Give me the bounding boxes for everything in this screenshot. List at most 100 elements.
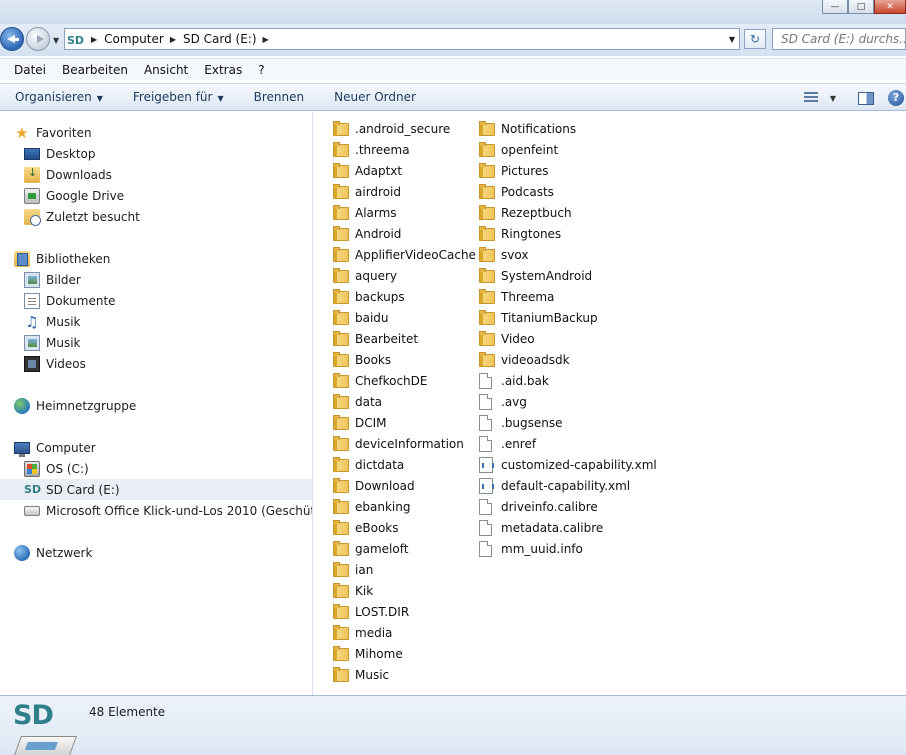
- file-item[interactable]: metadata.calibre: [479, 517, 603, 538]
- folder-item[interactable]: Adaptxt: [333, 160, 402, 181]
- file-item[interactable]: default-capability.xml: [479, 475, 630, 496]
- view-options-dropdown[interactable]: ▼: [830, 94, 836, 103]
- folder-item[interactable]: eBooks: [333, 517, 399, 538]
- folder-item[interactable]: Notifications: [479, 118, 576, 139]
- folder-item[interactable]: aquery: [333, 265, 397, 286]
- burn-button[interactable]: Brennen: [239, 90, 319, 104]
- folder-item[interactable]: Threema: [479, 286, 554, 307]
- menu-help[interactable]: ?: [250, 63, 272, 77]
- folder-item[interactable]: Music: [333, 664, 389, 685]
- folder-item[interactable]: deviceInformation: [333, 433, 464, 454]
- nav-network[interactable]: Netzwerk: [0, 542, 312, 563]
- new-folder-button[interactable]: Neuer Ordner: [319, 90, 431, 104]
- nav-item-os-drive[interactable]: OS (C:): [0, 458, 312, 479]
- card-shape: [12, 736, 78, 755]
- refresh-button[interactable]: ↻: [744, 29, 766, 49]
- folder-item[interactable]: Mihome: [333, 643, 403, 664]
- chevron-right-icon[interactable]: ▶: [170, 35, 176, 44]
- folder-item[interactable]: Pictures: [479, 160, 549, 181]
- folder-item[interactable]: .threema: [333, 139, 410, 160]
- nav-item-music[interactable]: ♫ Musik: [0, 311, 312, 332]
- folder-item[interactable]: svox: [479, 244, 528, 265]
- chevron-right-icon[interactable]: ▶: [263, 35, 269, 44]
- file-name: Notifications: [501, 121, 577, 136]
- folder-item[interactable]: Ringtones: [479, 223, 561, 244]
- menu-view[interactable]: Ansicht: [136, 63, 196, 77]
- folder-item[interactable]: ian: [333, 559, 373, 580]
- file-item[interactable]: .aid.bak: [479, 370, 549, 391]
- folder-item[interactable]: media: [333, 622, 392, 643]
- folder-item[interactable]: LOST.DIR: [333, 601, 409, 622]
- folder-item[interactable]: Android: [333, 223, 401, 244]
- file-item[interactable]: .enref: [479, 433, 536, 454]
- folder-item[interactable]: data: [333, 391, 382, 412]
- nav-item-google-drive[interactable]: Google Drive: [0, 185, 312, 206]
- forward-button[interactable]: [26, 27, 50, 51]
- share-button[interactable]: Freigeben für ▼: [118, 90, 239, 104]
- help-icon[interactable]: ?: [888, 90, 904, 106]
- menu-tools[interactable]: Extras: [196, 63, 250, 77]
- folder-item[interactable]: openfeint: [479, 139, 558, 160]
- breadcrumb-sd-card[interactable]: SD Card (E:): [183, 32, 257, 46]
- menu-file[interactable]: Datei: [6, 63, 54, 77]
- search-input[interactable]: SD Card (E:) durchs...: [772, 28, 906, 50]
- minimize-button[interactable]: —: [822, 0, 848, 14]
- nav-item-sd-card[interactable]: SD SD Card (E:): [0, 479, 312, 500]
- folder-item[interactable]: TitaniumBackup: [479, 307, 598, 328]
- file-item[interactable]: .bugsense: [479, 412, 563, 433]
- nav-item-desktop[interactable]: Desktop: [0, 143, 312, 164]
- nav-item-videos[interactable]: Videos: [0, 353, 312, 374]
- nav-item-downloads[interactable]: Downloads: [0, 164, 312, 185]
- folder-item[interactable]: SystemAndroid: [479, 265, 592, 286]
- nav-item-recent-places[interactable]: Zuletzt besucht: [0, 206, 312, 227]
- folder-icon: [333, 351, 349, 367]
- folder-item[interactable]: ChefkochDE: [333, 370, 427, 391]
- nav-item-documents[interactable]: Dokumente: [0, 290, 312, 311]
- folder-item[interactable]: Podcasts: [479, 181, 554, 202]
- nav-homegroup[interactable]: Heimnetzgruppe: [0, 395, 312, 416]
- folder-item[interactable]: Bearbeitet: [333, 328, 418, 349]
- videos-icon: [24, 355, 40, 372]
- file-icon: [479, 498, 492, 515]
- preview-pane-icon[interactable]: [858, 91, 874, 105]
- folder-item[interactable]: Books: [333, 349, 391, 370]
- nav-item-office-drive[interactable]: Microsoft Office Klick-und-Los 2010 (Ges…: [0, 500, 312, 521]
- change-view-icon[interactable]: [803, 92, 818, 104]
- folder-item[interactable]: airdroid: [333, 181, 401, 202]
- file-item[interactable]: customized-capability.xml: [479, 454, 657, 475]
- file-item[interactable]: mm_uuid.info: [479, 538, 583, 559]
- nav-computer[interactable]: Computer: [0, 437, 312, 458]
- recent-pages-dropdown[interactable]: ▼: [53, 36, 59, 45]
- nav-libraries[interactable]: Bibliotheken: [0, 248, 312, 269]
- close-button[interactable]: ✕: [874, 0, 906, 14]
- address-dropdown-icon[interactable]: ▼: [729, 35, 735, 44]
- chevron-right-icon[interactable]: ▶: [91, 35, 97, 44]
- back-button[interactable]: [0, 27, 24, 51]
- folder-item[interactable]: Video: [479, 328, 535, 349]
- folder-item[interactable]: backups: [333, 286, 405, 307]
- folder-item[interactable]: Alarms: [333, 202, 397, 223]
- folder-item[interactable]: Kik: [333, 580, 373, 601]
- file-item[interactable]: driveinfo.calibre: [479, 496, 598, 517]
- organize-button[interactable]: Organisieren ▼: [0, 90, 118, 104]
- folder-item[interactable]: Rezeptbuch: [479, 202, 572, 223]
- nav-label: Favoriten: [36, 125, 92, 140]
- folder-item[interactable]: ebanking: [333, 496, 410, 517]
- nav-item-music-2[interactable]: Musik: [0, 332, 312, 353]
- file-item[interactable]: .avg: [479, 391, 527, 412]
- folder-item[interactable]: gameloft: [333, 538, 408, 559]
- folder-item[interactable]: .android_secure: [333, 118, 450, 139]
- folder-item[interactable]: videoadsdk: [479, 349, 570, 370]
- maximize-button[interactable]: □: [848, 0, 874, 14]
- folder-item[interactable]: baidu: [333, 307, 389, 328]
- folder-item[interactable]: Download: [333, 475, 415, 496]
- folder-item[interactable]: ApplifierVideoCache: [333, 244, 476, 265]
- breadcrumb-computer[interactable]: Computer: [104, 32, 164, 46]
- nav-item-pictures[interactable]: Bilder: [0, 269, 312, 290]
- menu-edit[interactable]: Bearbeiten: [54, 63, 136, 77]
- folder-icon: [333, 603, 349, 619]
- address-bar[interactable]: SD ▶ Computer ▶ SD Card (E:) ▶ ▼: [64, 28, 740, 50]
- folder-item[interactable]: DCIM: [333, 412, 387, 433]
- nav-favorites[interactable]: ★ Favoriten: [0, 122, 312, 143]
- folder-item[interactable]: dictdata: [333, 454, 404, 475]
